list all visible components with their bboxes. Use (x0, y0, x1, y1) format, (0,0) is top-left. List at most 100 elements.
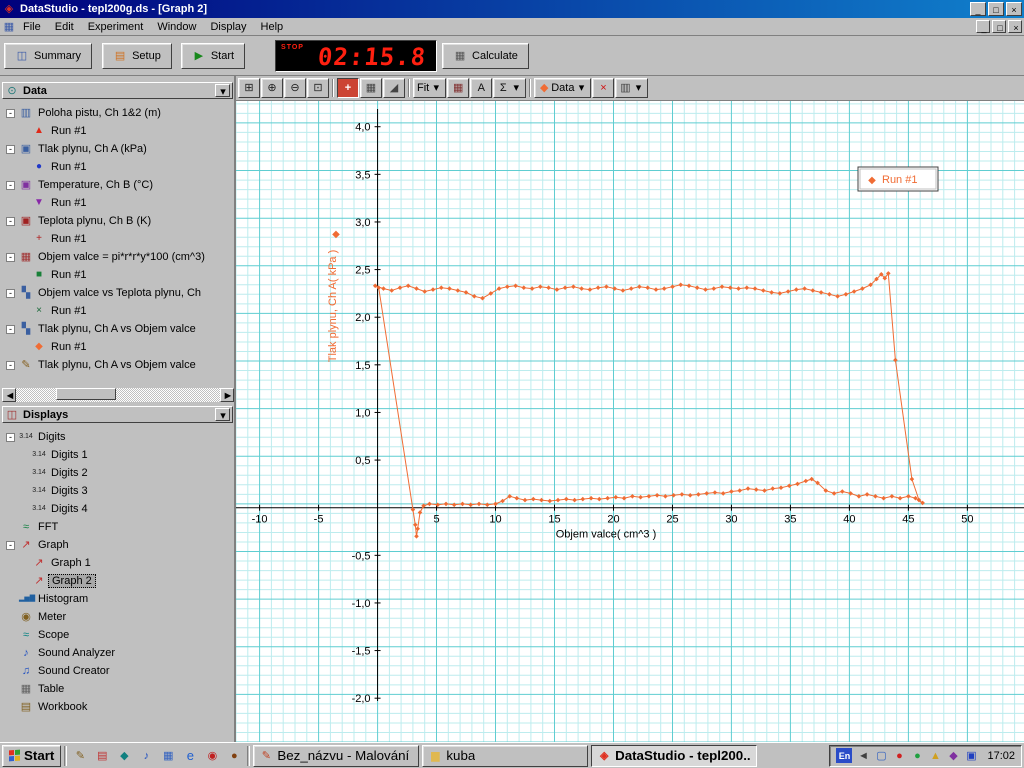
run-item[interactable]: ▼ Run #1 (2, 194, 234, 212)
maximize-button[interactable]: □ (988, 2, 1004, 16)
data-menu-button[interactable]: ◆ Data ▾ (534, 78, 592, 98)
calculator-tool-button[interactable]: ▦ (447, 78, 470, 98)
ql-notes-button[interactable]: ✎ (70, 746, 90, 766)
run-item[interactable]: ■ Run #1 (2, 266, 234, 284)
close-button[interactable]: × (1006, 2, 1022, 16)
ql-grid-button[interactable]: ▦ (158, 746, 178, 766)
data-item-tlak-plynu-ch-a-vs-objem-valce[interactable]: - ▚ Tlak plynu, Ch A vs Objem valce (2, 320, 234, 338)
statistics-menu-button[interactable]: Σ ▾ (493, 78, 527, 98)
expand-toggle[interactable]: - (6, 108, 15, 118)
scrollbar-thumb[interactable] (56, 388, 116, 400)
display-item-scope[interactable]: ≈ Scope (2, 626, 234, 644)
menu-edit[interactable]: Edit (48, 19, 81, 35)
ie-button[interactable]: e (180, 746, 200, 766)
expand-toggle[interactable]: - (6, 144, 15, 154)
graph-svg[interactable]: -10 -5 5 10 15 20 25 30 35 40 45 50 4,0 3,5 3,0 2,5 2,0 1… (235, 101, 1024, 743)
data-item-poloha-pistu-ch-1-2-m[interactable]: - ▥ Poloha pistu, Ch 1&2 (m) (2, 104, 234, 122)
text-annotation-button[interactable]: A (470, 78, 493, 98)
task-button-datastudio-tepl200[interactable]: ◈ DataStudio - tepl200... (591, 744, 758, 767)
display-item-digits[interactable]: -3.14 Digits (2, 428, 234, 446)
zoom-in-button[interactable]: ⊕ (261, 78, 283, 98)
menu-display[interactable]: Display (203, 19, 253, 35)
scroll-right-button[interactable]: ► (220, 388, 234, 402)
tray-display-icon[interactable]: ▢ (873, 749, 889, 762)
scrollbar-track[interactable] (16, 388, 220, 402)
display-item-sound-creator[interactable]: ♫ Sound Creator (2, 662, 234, 680)
display-item-digits-1[interactable]: 3.14 Digits 1 (2, 446, 234, 464)
minimize-button[interactable]: _ (970, 2, 986, 16)
expand-toggle[interactable]: - (6, 324, 15, 334)
run-item[interactable]: ◆ Run #1 (2, 338, 234, 356)
display-item-table[interactable]: ▦ Table (2, 680, 234, 698)
menu-help[interactable]: Help (254, 19, 291, 35)
data-item-temperature-ch-b-c[interactable]: - ▣ Temperature, Ch B (°C) (2, 176, 234, 194)
display-item-digits-4[interactable]: 3.14 Digits 4 (2, 500, 234, 518)
tray-green-icon[interactable]: ● (909, 750, 925, 762)
expand-toggle[interactable]: - (6, 216, 15, 226)
data-panel-hscrollbar[interactable]: ◄ ► (2, 388, 234, 402)
expand-toggle[interactable]: - (6, 180, 15, 190)
tray-blue-icon[interactable]: ▣ (963, 749, 979, 762)
data-item-tlak-plynu-ch-a-vs-objem-valce[interactable]: - ✎ Tlak plynu, Ch A vs Objem valce (2, 356, 234, 374)
tray-purple-icon[interactable]: ◆ (945, 749, 961, 762)
displays-panel-header[interactable]: ◫ Displays ▾ (2, 406, 233, 423)
displays-panel-dropdown-button[interactable]: ▾ (215, 408, 230, 422)
graph-settings-button[interactable]: ▥ ▾ (615, 78, 649, 98)
ql-sound-button[interactable]: ♪ (136, 746, 156, 766)
menu-file[interactable]: File (16, 19, 48, 35)
display-item-digits-3[interactable]: 3.14 Digits 3 (2, 482, 234, 500)
display-item-digits-2[interactable]: 3.14 Digits 2 (2, 464, 234, 482)
child-window-icon[interactable]: ▦ (2, 20, 16, 34)
display-item-sound-analyzer[interactable]: ♪ Sound Analyzer (2, 644, 234, 662)
summary-button[interactable]: ◫ Summary (4, 42, 93, 69)
expand-toggle[interactable]: - (6, 540, 15, 550)
display-item-graph[interactable]: - ↗ Graph (2, 536, 234, 554)
remove-data-button[interactable]: × (592, 78, 615, 98)
run-item[interactable]: × Run #1 (2, 302, 234, 320)
display-item-histogram[interactable]: ▂▅▇ Histogram (2, 590, 234, 608)
display-item-workbook[interactable]: ▤ Workbook (2, 698, 234, 716)
data-panel-header[interactable]: ⊙ Data ▾ (2, 82, 233, 99)
expand-toggle[interactable]: - (6, 432, 15, 442)
chart-area[interactable]: -10 -5 5 10 15 20 25 30 35 40 45 50 4,0 3,5 3,0 2,5 2,0 1… (235, 101, 1024, 743)
display-item-graph-2[interactable]: ↗ Graph 2 (2, 572, 234, 590)
smart-tool-button[interactable]: + (337, 78, 359, 98)
data-item-tlak-plynu-ch-a-kpa[interactable]: - ▣ Tlak plynu, Ch A (kPa) (2, 140, 234, 158)
zoom-select-button[interactable]: ⊡ (307, 78, 329, 98)
display-item-fft[interactable]: ≈ FFT (2, 518, 234, 536)
run-item[interactable]: + Run #1 (2, 230, 234, 248)
run-item[interactable]: ● Run #1 (2, 158, 234, 176)
child-minimize-button[interactable]: _ (976, 20, 990, 33)
task-button-kuba[interactable]: ▆ kuba (422, 744, 589, 767)
expand-toggle[interactable]: - (6, 252, 15, 262)
data-item-teplota-plynu-ch-b-k[interactable]: - ▣ Teplota plynu, Ch B (K) (2, 212, 234, 230)
zoom-out-button[interactable]: ⊖ (284, 78, 306, 98)
start-menu-button[interactable]: Start (2, 744, 62, 767)
expand-toggle[interactable]: - (6, 288, 15, 298)
ql-cup-button[interactable]: ● (224, 746, 244, 766)
data-item-objem-valce-vs-teplota-plynu-ch[interactable]: - ▚ Objem valce vs Teplota plynu, Ch (2, 284, 234, 302)
calculate-button[interactable]: ▦ Calculate (442, 42, 529, 69)
scroll-left-button[interactable]: ◄ (2, 388, 16, 402)
ql-media-button[interactable]: ◆ (114, 746, 134, 766)
slope-tool-button[interactable]: ◢ (383, 78, 405, 98)
ql-red-button[interactable]: ◉ (202, 746, 222, 766)
display-item-meter[interactable]: ◉ Meter (2, 608, 234, 626)
tray-yellow-icon[interactable]: ▲ (927, 750, 943, 762)
scale-to-fit-button[interactable]: ⊞ (238, 78, 260, 98)
expand-toggle[interactable]: - (6, 360, 15, 370)
language-indicator[interactable]: En (836, 748, 853, 763)
start-recording-button[interactable]: ▶ Start (180, 42, 246, 69)
grid-tool-button[interactable]: ▦ (360, 78, 382, 98)
child-close-button[interactable]: × (1008, 20, 1022, 33)
task-button-bez-n-zvu-malov-n[interactable]: ✎ Bez_názvu - Malování (253, 744, 420, 767)
child-restore-button[interactable]: □ (992, 20, 1006, 33)
tray-red-icon[interactable]: ● (891, 750, 907, 762)
menu-experiment[interactable]: Experiment (81, 19, 151, 35)
data-panel-dropdown-button[interactable]: ▾ (215, 84, 230, 98)
run-item[interactable]: ▲ Run #1 (2, 122, 234, 140)
fit-menu-button[interactable]: Fit ▾ (413, 78, 447, 98)
speaker-icon[interactable]: ◄ (855, 750, 871, 762)
menu-window[interactable]: Window (150, 19, 203, 35)
data-item-objem-valce-pi-r-r-y-100-cm-3[interactable]: - ▦ Objem valce = pi*r*r*y*100 (cm^3) (2, 248, 234, 266)
